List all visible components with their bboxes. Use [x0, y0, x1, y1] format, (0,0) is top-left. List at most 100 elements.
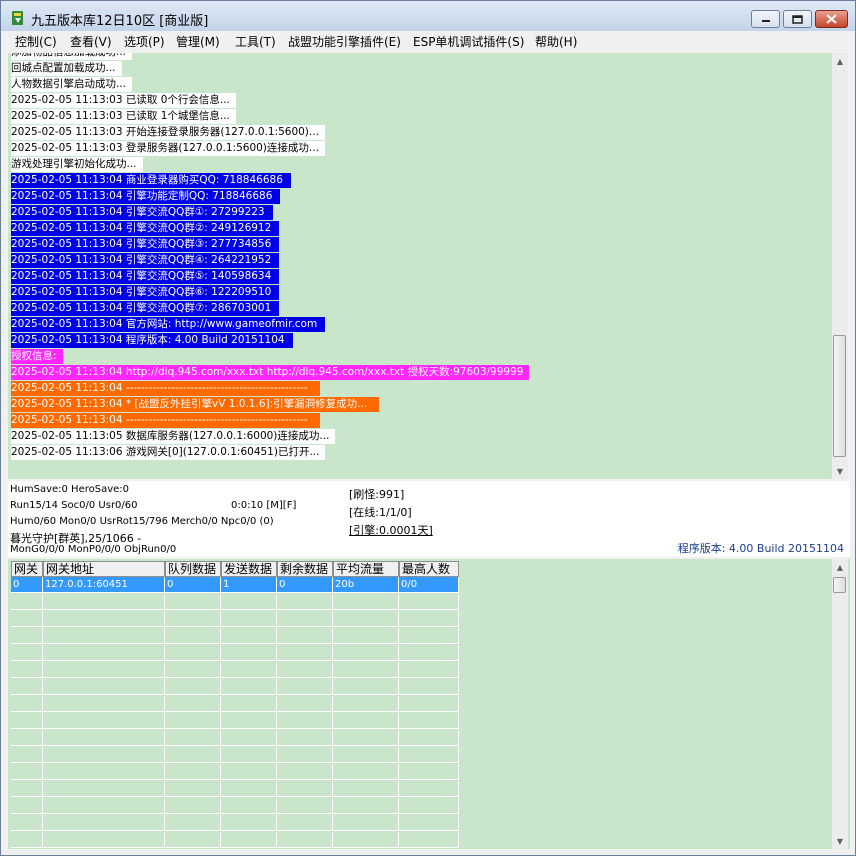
- table-cell: [43, 594, 165, 610]
- table-cell: [165, 645, 221, 661]
- menu-tools[interactable]: 工具(T): [235, 33, 276, 50]
- title-bar[interactable]: 九五版本库12日10区 [商业版]: [1, 1, 855, 31]
- table-cell: [399, 611, 459, 627]
- log-line: 2025-02-05 11:13:04 http://dlq.945.com/x…: [11, 365, 530, 380]
- table-cell: [277, 594, 333, 610]
- scroll-down-icon[interactable]: ▼: [832, 463, 848, 479]
- table-cell: [333, 696, 399, 712]
- log-line: 2025-02-05 11:13:05 数据库服务器(127.0.0.1:600…: [11, 429, 336, 444]
- table-cell: [165, 696, 221, 712]
- log-line: 2025-02-05 11:13:04 引擎交流QQ群①: 27299223: [11, 205, 273, 220]
- table-row[interactable]: [11, 832, 459, 848]
- column-header[interactable]: 发送数据: [221, 561, 277, 577]
- menu-engine-plugin[interactable]: 战盟功能引擎插件(E): [288, 33, 401, 50]
- table-row[interactable]: [11, 611, 459, 627]
- table-cell: [43, 832, 165, 848]
- table-row[interactable]: [11, 662, 459, 678]
- table-cell: [333, 730, 399, 746]
- table-cell: [43, 713, 165, 729]
- scroll-up-icon[interactable]: ▲: [832, 53, 848, 69]
- table-cell: [399, 815, 459, 831]
- table-cell: [333, 832, 399, 848]
- table-cell: 20b: [333, 577, 399, 593]
- maximize-button[interactable]: [783, 10, 812, 28]
- table-cell: [333, 747, 399, 763]
- table-cell: [221, 798, 277, 814]
- table-cell: [43, 730, 165, 746]
- table-row[interactable]: [11, 713, 459, 729]
- table-row[interactable]: [11, 696, 459, 712]
- table-cell: [277, 798, 333, 814]
- table-cell: [43, 747, 165, 763]
- table-cell: [399, 679, 459, 695]
- minimize-button[interactable]: [751, 10, 780, 28]
- column-header[interactable]: 平均流量: [333, 561, 399, 577]
- table-cell: [11, 696, 43, 712]
- log-line: 2025-02-05 11:13:04 引擎交流QQ群⑦: 286703001: [11, 301, 280, 316]
- minimize-icon: [761, 20, 770, 22]
- menu-manage[interactable]: 管理(M): [176, 33, 220, 50]
- table-row[interactable]: [11, 815, 459, 831]
- log-line: 2025-02-05 11:13:04 --------------------…: [11, 381, 320, 396]
- column-header[interactable]: 网关地址: [43, 561, 165, 577]
- grid-scroll-thumb[interactable]: [833, 577, 846, 593]
- column-header[interactable]: 剩余数据: [277, 561, 333, 577]
- humsave-status: HumSave:0 HeroSave:0: [10, 484, 130, 495]
- table-cell: [399, 730, 459, 746]
- mong-status: MonG0/0/0 MonP0/0/0 ObjRun0/0: [10, 544, 177, 555]
- table-cell: [333, 628, 399, 644]
- table-cell: [165, 713, 221, 729]
- table-row[interactable]: [11, 764, 459, 780]
- table-cell: [11, 781, 43, 797]
- column-header[interactable]: 网关: [11, 561, 43, 577]
- table-cell: [399, 594, 459, 610]
- table-row[interactable]: [11, 628, 459, 644]
- menu-view[interactable]: 查看(V): [70, 33, 112, 50]
- menu-control[interactable]: 控制(C): [15, 33, 57, 50]
- table-cell: [277, 696, 333, 712]
- scroll-up-icon[interactable]: ▲: [832, 559, 848, 575]
- table-cell: [43, 815, 165, 831]
- table-cell: [399, 764, 459, 780]
- log-line: 2025-02-05 11:13:04 引擎交流QQ群③: 277734856: [11, 237, 280, 252]
- table-row[interactable]: [11, 798, 459, 814]
- table-row[interactable]: [11, 594, 459, 610]
- table-cell: [221, 764, 277, 780]
- table-row[interactable]: 0 127.0.0.1:60451 0 1 0 20b 0/0: [11, 577, 459, 593]
- log-scrollbar[interactable]: ▲ ▼: [831, 53, 848, 479]
- table-cell: [277, 747, 333, 763]
- table-cell: [165, 662, 221, 678]
- window-title: 九五版本库12日10区 [商业版]: [31, 14, 209, 29]
- table-cell: [43, 628, 165, 644]
- table-cell: [43, 764, 165, 780]
- table-row[interactable]: [11, 679, 459, 695]
- log-line: 2025-02-05 11:13:04 引擎交流QQ群②: 249126912: [11, 221, 280, 236]
- table-row[interactable]: [11, 747, 459, 763]
- table-cell: [11, 747, 43, 763]
- table-cell: [165, 594, 221, 610]
- table-cell: 127.0.0.1:60451: [43, 577, 165, 593]
- table-cell: [221, 747, 277, 763]
- scroll-down-icon[interactable]: ▼: [832, 833, 848, 849]
- table-cell: [165, 815, 221, 831]
- table-cell: [11, 832, 43, 848]
- table-cell: [333, 662, 399, 678]
- table-row[interactable]: [11, 645, 459, 661]
- close-button[interactable]: [815, 10, 848, 28]
- table-cell: [221, 815, 277, 831]
- menu-options[interactable]: 选项(P): [124, 33, 165, 50]
- table-cell: [11, 815, 43, 831]
- column-header[interactable]: 队列数据: [165, 561, 221, 577]
- menu-esp-debug-plugin[interactable]: ESP单机调试插件(S): [413, 33, 524, 50]
- menu-help[interactable]: 帮助(H): [535, 33, 577, 50]
- table-cell: [43, 781, 165, 797]
- grid-scrollbar[interactable]: ▲ ▼: [831, 559, 848, 849]
- column-header[interactable]: 最高人数: [399, 561, 459, 577]
- timer-status: 0:0:10 [M][F]: [231, 500, 297, 511]
- log-scroll-thumb[interactable]: [833, 335, 846, 457]
- log-line: 2025-02-05 11:13:04 引擎交流QQ群④: 264221952: [11, 253, 280, 268]
- table-row[interactable]: [11, 730, 459, 746]
- table-cell: [221, 679, 277, 695]
- table-row[interactable]: [11, 781, 459, 797]
- refresh-monster-count: [刷怪:991]: [349, 488, 405, 501]
